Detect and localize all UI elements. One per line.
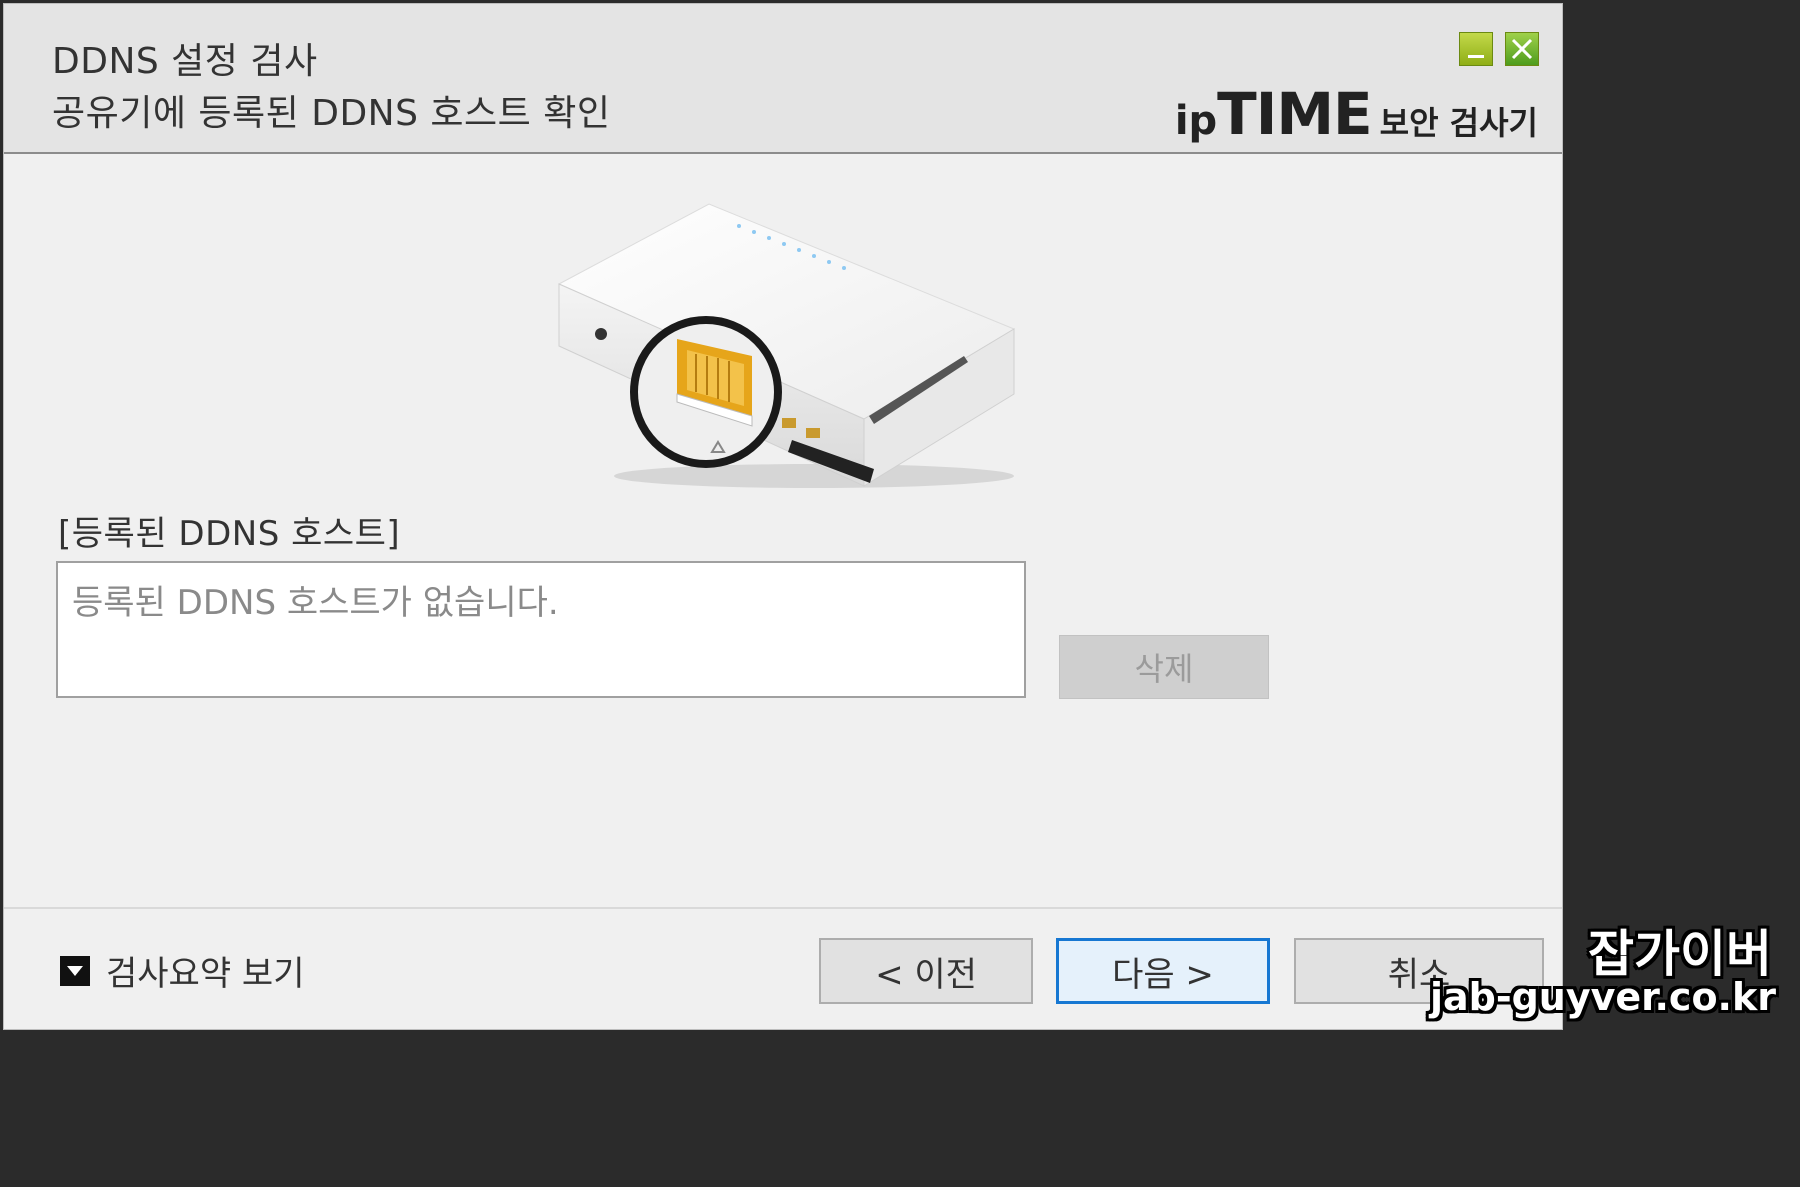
page-subtitle: 공유기에 등록된 DDNS 호스트 확인 (52, 93, 611, 134)
summary-toggle-label: 검사요약 보기 (106, 954, 305, 994)
expand-arrow-icon (60, 955, 90, 986)
iptime-logo: ipTIME 보안 검사기 (1175, 80, 1538, 148)
minimize-button[interactable] (1459, 32, 1493, 66)
footer-divider (4, 907, 1562, 909)
security-checker-window: DDNS 설정 검사 공유기에 등록된 DDNS 호스트 확인 ipTIME 보안… (3, 3, 1563, 1030)
summary-toggle[interactable]: 검사요약 보기 (60, 946, 305, 995)
page-title: DDNS 설정 검사 (52, 41, 318, 82)
host-list-empty-message: 등록된 DDNS 호스트가 없습니다. (72, 583, 559, 623)
hosts-section-label: [등록된 DDNS 호스트] (58, 514, 401, 554)
close-icon (1511, 38, 1533, 60)
ddns-host-list[interactable]: 등록된 DDNS 호스트가 없습니다. (56, 561, 1026, 698)
delete-button[interactable]: 삭제 (1059, 635, 1269, 699)
brand-time: TIME (1217, 80, 1372, 148)
router-port-illustration (557, 203, 1016, 488)
watermark-url: jab-guyver.co.kr (1429, 975, 1776, 1019)
brand-ip: ip (1174, 98, 1218, 144)
close-button[interactable] (1505, 32, 1539, 66)
previous-button[interactable]: < 이전 (819, 938, 1033, 1004)
brand-suffix: 보안 검사기 (1379, 104, 1538, 142)
header-bar: DDNS 설정 검사 공유기에 등록된 DDNS 호스트 확인 ipTIME 보안… (4, 4, 1562, 154)
next-button[interactable]: 다음 > (1056, 938, 1270, 1004)
